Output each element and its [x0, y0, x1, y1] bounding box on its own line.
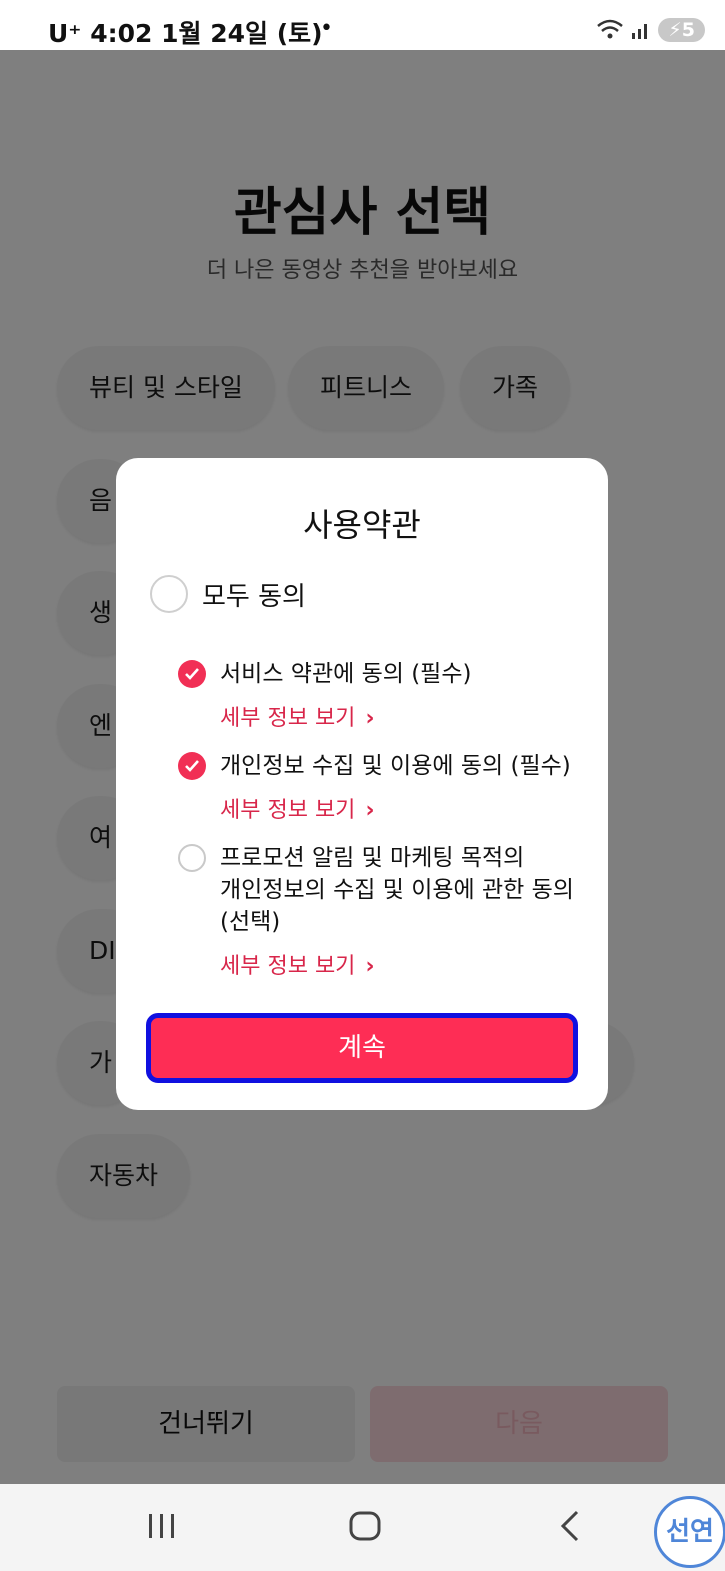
signal-icon — [632, 24, 648, 39]
dialog-title: 사용약관 — [303, 506, 421, 544]
terms-item-privacy: 개인정보 수집 및 이용에 동의 (필수) 세부 정보 보기 › — [178, 750, 588, 824]
status-icons: ⚡5 — [596, 18, 705, 42]
home-icon[interactable] — [348, 1508, 382, 1544]
agree-all-option[interactable]: 모두 동의 — [150, 575, 306, 613]
details-link[interactable]: 세부 정보 보기 › — [220, 792, 588, 824]
checkmark-icon[interactable] — [178, 660, 206, 688]
recents-icon[interactable] — [146, 1508, 178, 1544]
battery-icon: ⚡5 — [658, 18, 705, 42]
details-text: 세부 정보 보기 — [220, 798, 356, 823]
notification-dot: • — [320, 16, 333, 41]
terms-label: 프로모션 알림 및 마케팅 목적의 개인정보의 수집 및 이용에 관한 동의 (… — [220, 842, 574, 938]
wifi-icon — [597, 19, 624, 39]
terms-label-line: 개인정보의 수집 및 이용에 관한 동의 — [220, 877, 574, 903]
terms-item-service: 서비스 약관에 동의 (필수) 세부 정보 보기 › — [178, 658, 588, 732]
terms-label: 서비스 약관에 동의 (필수) — [220, 661, 472, 687]
watermark-badge: 선연 — [654, 1496, 725, 1568]
chevron-right-icon: › — [365, 706, 375, 731]
back-icon[interactable] — [555, 1508, 583, 1544]
terms-item-marketing: 프로모션 알림 및 마케팅 목적의 개인정보의 수집 및 이용에 관한 동의 (… — [178, 842, 588, 980]
terms-label: 개인정보 수집 및 이용에 동의 (필수) — [220, 753, 571, 779]
status-time: U⁺ 4:02 1월 24일 (토) — [48, 14, 323, 50]
system-nav-bar — [0, 1484, 725, 1571]
terms-label-line: (선택) — [220, 909, 281, 935]
checkmark-icon[interactable] — [178, 752, 206, 780]
chevron-right-icon: › — [365, 954, 375, 979]
chevron-right-icon: › — [365, 798, 375, 823]
details-link[interactable]: 세부 정보 보기 › — [220, 700, 588, 732]
time-date: 4:02 1월 24일 (토) — [90, 19, 323, 48]
details-text: 세부 정보 보기 — [220, 954, 356, 979]
carrier-label: U⁺ — [48, 19, 82, 48]
battery-level: 5 — [681, 19, 695, 41]
terms-label-line: 프로모션 알림 및 마케팅 목적의 — [220, 845, 525, 871]
unchecked-circle-icon[interactable] — [178, 844, 206, 872]
continue-button[interactable]: 계속 — [146, 1013, 578, 1083]
details-text: 세부 정보 보기 — [220, 706, 356, 731]
details-link[interactable]: 세부 정보 보기 › — [220, 948, 588, 980]
terms-dialog: 사용약관 모두 동의 서비스 약관에 동의 (필수) 세부 정보 보기 › 개인정… — [116, 458, 608, 1110]
agree-all-label: 모두 동의 — [202, 581, 306, 612]
agree-all-radio[interactable] — [150, 575, 188, 613]
